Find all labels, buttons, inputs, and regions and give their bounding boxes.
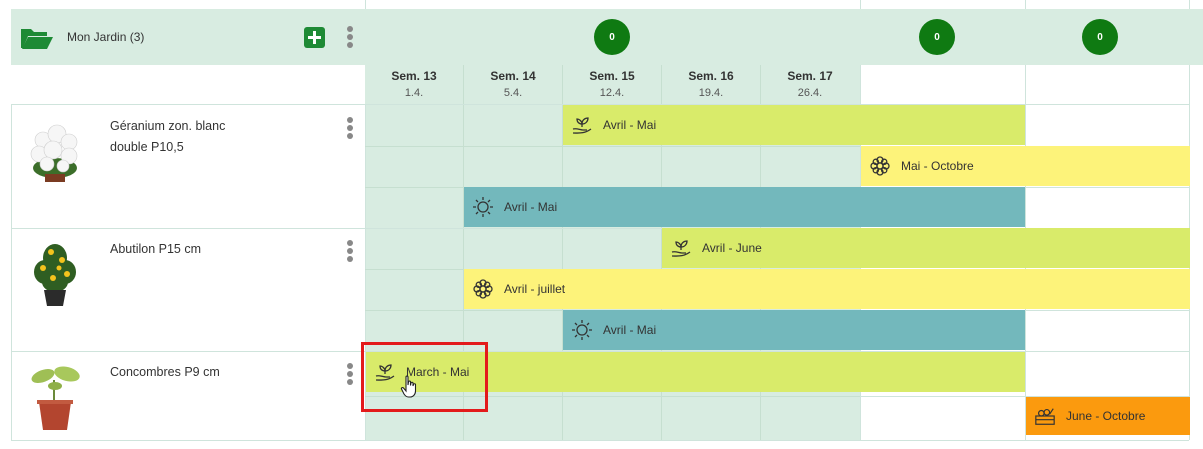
harvest-crate-icon (1034, 405, 1056, 427)
timeline-header-edge (1190, 9, 1203, 65)
week-date: 5.4. (503, 87, 523, 99)
count-badge: 0 (919, 19, 955, 55)
flowering-bar[interactable]: Avril - juillet (464, 269, 1190, 309)
bar-label: Mai - Octobre (901, 159, 974, 173)
week-date: 1.4. (404, 87, 424, 99)
folder-open-icon[interactable] (20, 26, 54, 50)
grid-line (1189, 0, 1190, 9)
geranium-image[interactable] (25, 118, 85, 184)
grid-line (1025, 0, 1026, 9)
week-label: Sem. 13 (391, 69, 437, 83)
plant-menu-button[interactable] (347, 240, 353, 262)
week-column-header: Sem. 13 1.4. (365, 66, 463, 104)
week-date: 26.4. (797, 87, 823, 99)
timeline-header (365, 9, 1190, 65)
bar-label: June - Octobre (1066, 409, 1146, 423)
week-column-header: Sem. 17 26.4. (761, 66, 859, 104)
sun-icon (472, 196, 494, 218)
plant-menu-button[interactable] (347, 363, 353, 385)
highlight-box (361, 342, 488, 412)
bar-label: Avril - juillet (504, 282, 566, 296)
count-badge: 0 (1082, 19, 1118, 55)
week-date: 19.4. (698, 87, 724, 99)
sowing-bar[interactable]: Avril - Mai (563, 105, 1025, 145)
week-label: Sem. 15 (589, 69, 635, 83)
grid-line (365, 146, 860, 147)
bar-label: Avril - Mai (504, 200, 558, 214)
count-badge: 0 (594, 19, 630, 55)
bar-label: Avril - June (702, 241, 762, 255)
abutilon-image[interactable] (25, 238, 85, 306)
grid-line (11, 440, 1189, 441)
week-column-header: Sem. 14 5.4. (464, 66, 562, 104)
garden-menu-button[interactable] (347, 26, 353, 48)
bar-label: Avril - Mai (603, 323, 657, 337)
flower-icon (869, 155, 891, 177)
week-column-header: Sem. 15 12.4. (563, 66, 661, 104)
plant-name[interactable]: Concombres P9 cm (110, 362, 260, 383)
sowing-hand-icon (571, 114, 593, 136)
harvest-bar[interactable]: June - Octobre (1026, 397, 1190, 435)
plant-name[interactable]: Géranium zon. blanc double P10,5 (110, 116, 260, 158)
bar-label: Avril - Mai (603, 118, 657, 132)
plant-name[interactable]: Abutilon P15 cm (110, 239, 260, 260)
sowing-hand-icon (670, 237, 692, 259)
plant-menu-button[interactable] (347, 117, 353, 139)
week-column-header: Sem. 16 19.4. (662, 66, 760, 104)
concombres-image[interactable] (25, 362, 85, 430)
hand-cursor-icon (400, 375, 420, 399)
sowing-bar[interactable]: Avril - June (662, 228, 1190, 268)
week-label: Sem. 14 (490, 69, 536, 83)
outdoor-bar[interactable]: Avril - Mai (563, 310, 1025, 350)
add-plant-button[interactable] (304, 27, 325, 48)
flower-icon (472, 278, 494, 300)
week-label: Sem. 16 (688, 69, 734, 83)
grid-line (365, 0, 366, 9)
outdoor-bar[interactable]: Avril - Mai (464, 187, 1025, 227)
week-date: 12.4. (599, 87, 625, 99)
flowering-bar[interactable]: Mai - Octobre (861, 146, 1190, 186)
grid-line (11, 104, 12, 440)
week-label: Sem. 17 (787, 69, 833, 83)
garden-title[interactable]: Mon Jardin (3) (67, 30, 144, 44)
grid-line (860, 0, 861, 9)
sun-icon (571, 319, 593, 341)
